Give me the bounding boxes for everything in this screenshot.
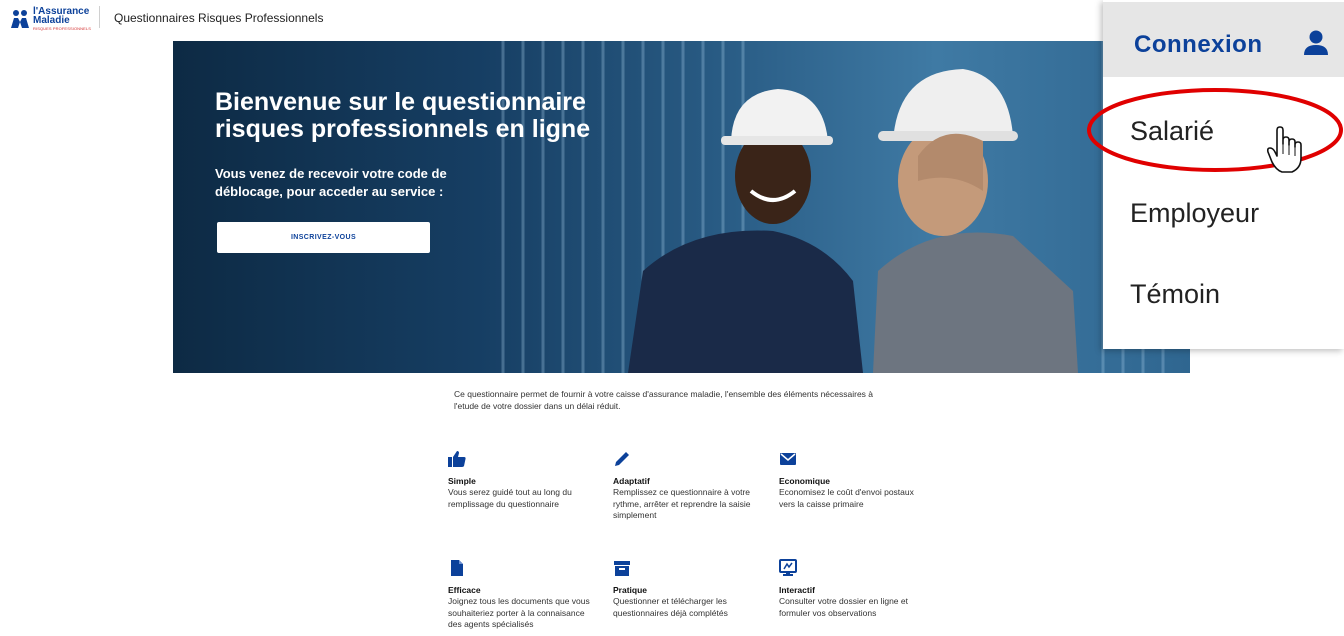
intro-text: Ce questionnaire permet de fournir à vot… [454,389,874,411]
logo-people-icon [11,10,29,28]
feature-title: Interactif [779,585,815,595]
menu-item-employeur[interactable]: Employeur [1130,198,1259,229]
header-divider [99,6,100,28]
feature-pratique: Pratique Questionner et télécharger les … [613,559,763,619]
feature-title: Efficace [448,585,481,595]
feature-economique: Economique Economisez le coût d'envoi po… [779,450,929,510]
register-button[interactable]: INSCRIVEZ-VOUS [217,222,430,253]
feature-description: Remplissez ce questionnaire à votre ryth… [613,487,751,520]
feature-description: Vous serez guidé tout au long du remplis… [448,487,572,509]
feature-description: Questionner et télécharger les questionn… [613,596,728,618]
envelope-icon [780,453,796,465]
logo-text-line3: RISQUES PROFESSIONNELS [33,26,91,31]
feature-title: Pratique [613,585,648,595]
feature-title: Adaptatif [613,476,650,486]
feature-simple: Simple Vous serez guidé tout au long du … [448,450,598,510]
connexion-button[interactable]: Connexion [1103,2,1344,77]
highlight-circle [1087,88,1343,172]
thumbs-up-icon [448,451,466,467]
feature-description: Economisez le coût d'envoi postaux vers … [779,487,914,509]
feature-description: Joignez tous les documents que vous souh… [448,596,590,629]
feature-interactif: Interactif Consulter votre dossier en li… [779,559,929,619]
hero-banner: Bienvenue sur le questionnaire risques p… [173,41,1190,373]
document-icon [451,560,463,576]
hero-title: Bienvenue sur le questionnaire risques p… [215,88,591,143]
hero-subtitle: Vous venez de recevoir votre code de déb… [215,166,447,199]
feature-efficace: Efficace Joignez tous les documents que … [448,559,598,631]
feature-adaptatif: Adaptatif Remplissez ce questionnaire à … [613,450,763,522]
logo-text-line2: Maladie [33,15,70,26]
pencil-icon [615,452,629,466]
feature-title: Economique [779,476,831,486]
hand-cursor-icon [1266,126,1302,173]
monitor-icon [779,559,797,576]
app-title: Questionnaires Risques Professionnels [114,11,324,25]
assurance-maladie-logo[interactable]: l'Assurance Maladie RISQUES PROFESSIONNE… [9,7,91,33]
feature-description: Consulter votre dossier en ligne et form… [779,596,908,618]
user-icon [1304,30,1328,55]
archive-icon [614,561,630,576]
feature-title: Simple [448,476,476,486]
menu-item-temoin[interactable]: Témoin [1130,279,1220,310]
connexion-dropdown: Connexion Salarié Employeur Témoin [1103,0,1344,349]
connexion-label: Connexion [1134,31,1263,58]
